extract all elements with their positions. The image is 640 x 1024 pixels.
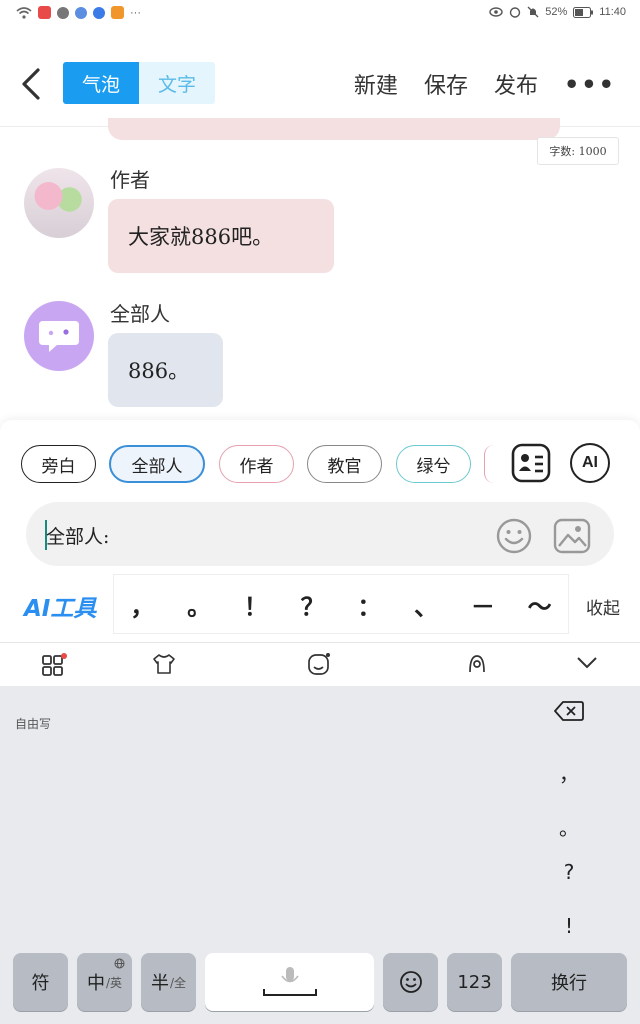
- skin-theme-icon[interactable]: [152, 653, 176, 675]
- more-notifications-icon: ···: [130, 6, 141, 19]
- globe-icon: [114, 958, 125, 969]
- punctuation-bar: ， 。 ！ ？ ： 、 － ～: [113, 574, 569, 634]
- chevron-down-icon[interactable]: [576, 656, 598, 670]
- image-insert-icon[interactable]: [553, 518, 591, 554]
- role-chip-everyone[interactable]: 全部人: [109, 445, 205, 483]
- punct-key[interactable]: ！: [244, 587, 268, 622]
- alarm-icon: [510, 7, 521, 18]
- previous-message-bubble[interactable]: [108, 118, 560, 140]
- wechat-icon: [57, 6, 69, 19]
- enter-key[interactable]: 换行: [511, 953, 627, 1011]
- width-toggle-primary: 半: [150, 973, 169, 994]
- wifi-icon: [16, 6, 32, 19]
- space-key[interactable]: [205, 953, 374, 1011]
- music-icon: [75, 6, 87, 19]
- side-punct-key[interactable]: ?: [556, 860, 582, 884]
- status-right: 52% 11:40: [489, 6, 626, 18]
- eye-icon: [489, 7, 503, 17]
- punct-key[interactable]: ：: [357, 587, 381, 622]
- view-mode-toggle: 气泡 文字: [63, 62, 215, 104]
- role-chip-lvxi[interactable]: 绿兮: [396, 445, 471, 483]
- status-bar: ··· 52% 11:40: [0, 0, 640, 28]
- side-punct-key[interactable]: ，: [556, 758, 582, 787]
- status-left-icons: ···: [16, 6, 141, 19]
- header-actions: 新建 保存 发布 •••: [354, 68, 616, 100]
- speaker-name: 全部人: [110, 302, 170, 326]
- browser-icon: [93, 6, 105, 19]
- emoji-key[interactable]: [383, 953, 438, 1011]
- punct-key[interactable]: ？: [301, 587, 325, 622]
- app-notification-icon: [38, 6, 51, 19]
- sticker-icon[interactable]: [307, 652, 331, 676]
- clock: 11:40: [599, 6, 626, 18]
- author-avatar[interactable]: [24, 168, 94, 238]
- message-input[interactable]: 全部人:: [46, 522, 109, 549]
- language-toggle-primary: 中: [86, 973, 105, 994]
- role-list-icon[interactable]: [511, 443, 551, 483]
- word-count-badge: 字数: 1000: [537, 137, 619, 165]
- punct-key[interactable]: 。: [187, 587, 211, 622]
- tab-bubble[interactable]: 气泡: [63, 62, 139, 104]
- back-arrow-icon[interactable]: [18, 62, 48, 106]
- side-punct-key[interactable]: !: [556, 914, 582, 938]
- message-bubble[interactable]: 大家就886吧。: [108, 199, 334, 273]
- emoji-icon[interactable]: [496, 518, 532, 554]
- chat-bubble-icon: [39, 321, 79, 352]
- ai-assistant-button[interactable]: AI: [570, 443, 610, 483]
- keyboard-mode-label: 自由写: [15, 717, 52, 731]
- ai-tools-button[interactable]: AI工具: [24, 589, 96, 623]
- new-button[interactable]: 新建: [354, 68, 398, 100]
- mute-icon: [527, 6, 539, 18]
- group-avatar[interactable]: [24, 301, 94, 371]
- punct-key[interactable]: ～: [528, 587, 552, 622]
- video-icon: [111, 6, 124, 19]
- role-chip-narrator[interactable]: 旁白: [21, 445, 96, 483]
- side-punct-key[interactable]: 。: [556, 812, 582, 841]
- battery-percent: 52%: [545, 6, 568, 18]
- language-toggle-secondary: /英: [105, 975, 123, 990]
- width-toggle-secondary: /全: [169, 975, 187, 990]
- handwriting-icon[interactable]: [466, 653, 488, 675]
- language-toggle-key[interactable]: 中/英: [77, 953, 132, 1011]
- role-chip-partial[interactable]: [484, 445, 494, 483]
- punct-key[interactable]: 、: [414, 587, 438, 622]
- number-key[interactable]: 123: [447, 953, 502, 1011]
- punct-key[interactable]: ，: [130, 587, 154, 622]
- width-toggle-key[interactable]: 半/全: [141, 953, 196, 1011]
- save-button[interactable]: 保存: [424, 68, 468, 100]
- role-chip-author[interactable]: 作者: [219, 445, 294, 483]
- smiley-icon: [399, 971, 422, 993]
- role-chip-instructor[interactable]: 教官: [307, 445, 382, 483]
- publish-button[interactable]: 发布: [494, 68, 538, 100]
- battery-icon: [573, 6, 594, 18]
- message-bubble[interactable]: 886。: [108, 333, 223, 407]
- tab-text[interactable]: 文字: [139, 62, 215, 104]
- microphone-space-icon: [262, 967, 317, 996]
- more-menu-button[interactable]: •••: [564, 70, 616, 99]
- symbol-key[interactable]: 符: [13, 953, 68, 1011]
- collapse-button[interactable]: 收起: [586, 594, 620, 619]
- punct-key[interactable]: －: [471, 587, 495, 622]
- speaker-name: 作者: [110, 168, 150, 192]
- apps-grid-icon[interactable]: [42, 652, 68, 678]
- backspace-icon[interactable]: [554, 700, 584, 722]
